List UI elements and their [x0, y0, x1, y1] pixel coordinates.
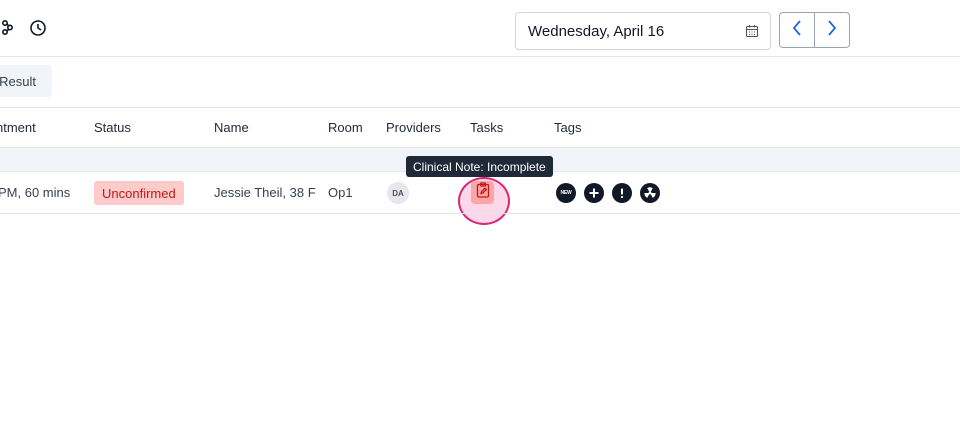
column-tags[interactable]: Tags: [554, 120, 581, 135]
clipboard-edit-icon: [476, 182, 490, 203]
room: Op1: [328, 185, 353, 200]
people-network-icon[interactable]: [0, 17, 16, 39]
result-button[interactable]: Result: [0, 65, 52, 97]
chevron-right-icon: [826, 19, 838, 42]
table-row[interactable]: PM, 60 mins Unconfirmed Jessie Theil, 38…: [0, 172, 960, 214]
provider-avatar[interactable]: DA: [387, 182, 409, 204]
plus-tag-icon[interactable]: [584, 183, 604, 203]
column-room[interactable]: Room: [328, 120, 363, 135]
column-name[interactable]: Name: [214, 120, 249, 135]
patient-name[interactable]: Jessie Theil, 38 F: [214, 185, 316, 200]
next-day-button[interactable]: [815, 13, 850, 47]
column-providers[interactable]: Providers: [386, 120, 441, 135]
clock-icon[interactable]: [27, 17, 49, 39]
new-tag-icon[interactable]: NEW: [556, 183, 576, 203]
date-picker[interactable]: Wednesday, April 16: [515, 12, 771, 50]
alert-tag-icon[interactable]: [612, 183, 632, 203]
date-navigation: [779, 12, 850, 48]
radiation-tag-icon[interactable]: [640, 183, 660, 203]
column-appointment[interactable]: ntment: [0, 120, 36, 135]
column-tasks[interactable]: Tasks: [470, 120, 503, 135]
calendar-icon[interactable]: [745, 24, 759, 38]
chevron-left-icon: [791, 19, 803, 42]
toolbar: Result: [0, 57, 960, 108]
previous-day-button[interactable]: [780, 13, 815, 47]
status-badge[interactable]: Unconfirmed: [94, 181, 184, 205]
appointment-time: PM, 60 mins: [0, 185, 71, 200]
task-tooltip: Clinical Note: Incomplete: [406, 156, 553, 177]
date-text: Wednesday, April 16: [528, 22, 665, 40]
clinical-note-task-button[interactable]: [471, 181, 494, 204]
task-cell: [471, 181, 494, 204]
table-header: ntment Status Name Room Providers Tasks …: [0, 108, 960, 148]
column-status[interactable]: Status: [94, 120, 131, 135]
top-bar: Wednesday, April 16: [0, 0, 960, 57]
